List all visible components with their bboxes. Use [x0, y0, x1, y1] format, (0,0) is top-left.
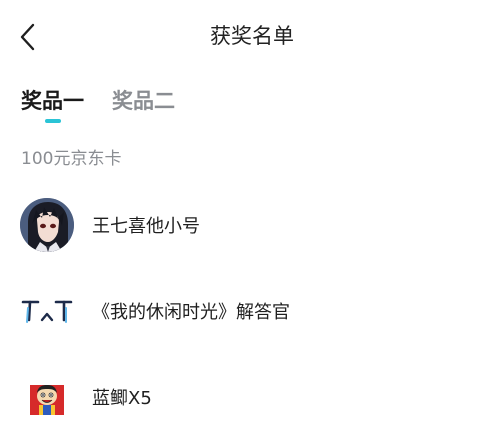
header-bar: 获奖名单	[0, 0, 504, 72]
page-title: 获奖名单	[210, 24, 294, 48]
anime-boy-avatar	[20, 198, 74, 252]
winner-name: 蓝鲫X5	[92, 388, 152, 409]
tab-prize-two[interactable]: 奖品二	[112, 86, 175, 116]
prize-name: 100元京东卡	[21, 149, 122, 169]
cartoon-character-avatar	[20, 370, 74, 424]
active-tab-indicator	[45, 119, 61, 123]
list-item: 《我的休闲时光》解答官	[0, 276, 504, 348]
list-item: 王七喜他小号	[0, 190, 504, 262]
list-item: 蓝鲫X5	[0, 362, 504, 434]
winner-name: 《我的休闲时光》解答官	[92, 302, 290, 323]
winner-name: 王七喜他小号	[92, 216, 200, 237]
tab-prize-one[interactable]: 奖品一	[21, 86, 84, 116]
crying-face-avatar	[20, 284, 74, 338]
